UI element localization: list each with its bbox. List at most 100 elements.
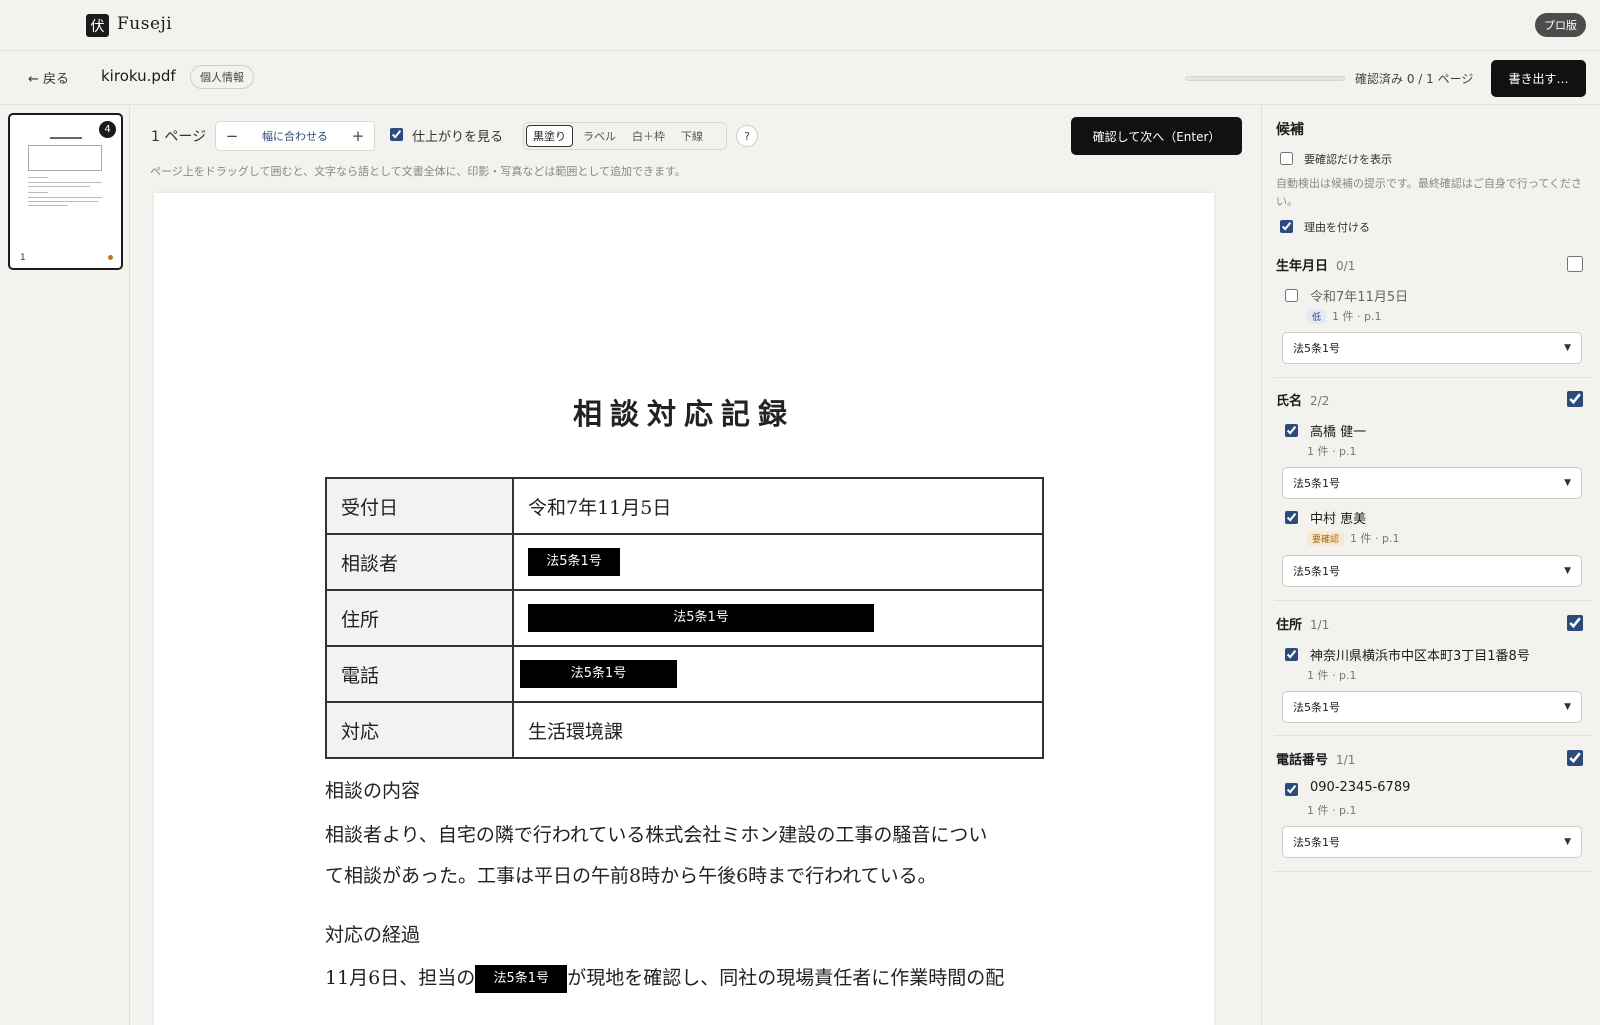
- page-count: 1 ページ: [151, 129, 207, 145]
- group-divider: [1274, 600, 1592, 601]
- redaction-box[interactable]: 法5条1号: [520, 660, 677, 688]
- style-blackout[interactable]: 黒塗り: [526, 125, 573, 147]
- group-divider: [1274, 377, 1592, 378]
- group-label: 氏名: [1276, 394, 1303, 409]
- candidate-text[interactable]: 高橋 健一: [1310, 421, 1366, 440]
- plan-badge[interactable]: プロ版: [1535, 13, 1586, 37]
- group-address-checkbox[interactable]: [1567, 615, 1583, 631]
- app-name: Fuseji: [117, 14, 173, 34]
- group-birthdate-checkbox[interactable]: [1567, 256, 1583, 272]
- group-address: 住所 1/1: [1276, 614, 1329, 633]
- paragraph-line[interactable]: て相談があった。工事は平日の午前8時から午後6時まで行われている。: [325, 856, 1045, 897]
- row-value: 法5条1号: [512, 645, 1044, 703]
- reason-select-value: 法5条1号: [1293, 342, 1340, 355]
- document-page[interactable]: 相談対応記録 受付日 令和7年11月5日 相談者 法5条1号 住所 法5条1号 …: [154, 193, 1214, 1025]
- attach-reason-label[interactable]: 理由を付ける: [1304, 219, 1370, 235]
- thumbnail-title-line: [50, 137, 82, 139]
- paragraph-line[interactable]: 相談者より、自宅の隣で行われている株式会社ミホン建設の工事の騒音につい: [325, 815, 1045, 856]
- chevron-down-icon: ▼: [1564, 837, 1571, 847]
- redaction-box[interactable]: 法5条1号: [528, 548, 620, 576]
- candidate-count-badge: 4: [99, 121, 116, 138]
- group-phone-checkbox[interactable]: [1567, 750, 1583, 766]
- record-table: 受付日 令和7年11月5日 相談者 法5条1号 住所 法5条1号 電話 法5条1…: [325, 477, 1044, 759]
- redaction-box[interactable]: 法5条1号: [528, 604, 874, 632]
- export-button[interactable]: 書き出す…: [1491, 60, 1586, 97]
- reason-select[interactable]: 法5条1号 ▼: [1282, 332, 1582, 364]
- candidate-text[interactable]: 神奈川県横浜市中区本町3丁目1番8号: [1310, 645, 1530, 664]
- review-progress-bar: [1185, 76, 1345, 81]
- table-row: 電話 法5条1号: [325, 645, 1044, 703]
- group-label: 住所: [1276, 618, 1303, 633]
- document-title: 相談対応記録: [572, 397, 795, 431]
- only-needs-review-checkbox[interactable]: [1280, 152, 1293, 165]
- row-label: 住所: [325, 589, 514, 647]
- group-birthdate: 生年月日 0/1: [1276, 255, 1355, 274]
- attach-reason-checkbox[interactable]: [1280, 220, 1293, 233]
- row-label: 受付日: [325, 477, 514, 535]
- group-count: 1/1: [1336, 753, 1356, 767]
- style-white-box[interactable]: 白＋枠: [626, 125, 671, 147]
- reason-select[interactable]: 法5条1号 ▼: [1282, 555, 1582, 587]
- table-row: 相談者 法5条1号: [325, 533, 1044, 591]
- candidate-text[interactable]: 中村 恵美: [1310, 508, 1366, 527]
- fit-width-button[interactable]: 幅に合わせる: [248, 128, 342, 144]
- group-name-checkbox[interactable]: [1567, 391, 1583, 407]
- preview-finish-checkbox[interactable]: [390, 128, 403, 141]
- section-heading: 対応の経過: [325, 924, 421, 946]
- thumbnail-text-line: [28, 182, 102, 183]
- table-row: 住所 法5条1号: [325, 589, 1044, 647]
- group-count: 1/1: [1310, 618, 1330, 632]
- candidate-occurrence: 1 件 · p.1: [1307, 445, 1357, 458]
- row-value: 法5条1号: [512, 589, 1044, 647]
- back-link[interactable]: ← 戻る: [28, 68, 69, 87]
- reason-select-value: 法5条1号: [1293, 477, 1340, 490]
- candidate-text[interactable]: 令和7年11月5日: [1310, 286, 1408, 305]
- reason-select[interactable]: 法5条1号 ▼: [1282, 691, 1582, 723]
- panel-title: 候補: [1276, 122, 1304, 138]
- thumbnail-text-line: [28, 177, 48, 178]
- review-progress-text: 確認済み 0 / 1 ページ: [1355, 72, 1474, 86]
- row-value[interactable]: 令和7年11月5日: [512, 477, 1044, 535]
- preview-finish-label[interactable]: 仕上がりを見る: [412, 126, 503, 145]
- redaction-style-selector: 黒塗り ラベル 白＋枠 下線: [523, 122, 727, 150]
- redaction-box[interactable]: 法5条1号: [475, 965, 568, 993]
- candidate-checkbox[interactable]: [1285, 648, 1298, 661]
- candidate-checkbox[interactable]: [1285, 783, 1298, 796]
- style-underline[interactable]: 下線: [675, 125, 709, 147]
- zoom-in-button[interactable]: +: [342, 127, 374, 145]
- candidate-checkbox[interactable]: [1285, 424, 1298, 437]
- confirm-next-button[interactable]: 確認して次へ（Enter）: [1071, 117, 1242, 155]
- candidate-occurrence: 1 件 · p.1: [1307, 669, 1357, 682]
- confidence-low-tag: 低: [1307, 309, 1327, 324]
- candidate-text[interactable]: 090-2345-6789: [1310, 780, 1410, 795]
- reason-select[interactable]: 法5条1号 ▼: [1282, 467, 1582, 499]
- reason-select-value: 法5条1号: [1293, 565, 1340, 578]
- thumbnail-table-preview: [28, 145, 102, 171]
- paragraph-text[interactable]: が現地を確認し、同社の現場責任者に作業時間の配: [567, 967, 1004, 989]
- help-button[interactable]: ?: [736, 125, 758, 147]
- zoom-out-button[interactable]: −: [216, 127, 248, 145]
- thumbnail-page-number: 1: [20, 253, 26, 263]
- candidate-checkbox[interactable]: [1285, 511, 1298, 524]
- paragraph-text[interactable]: 11月6日、担当の: [325, 967, 475, 989]
- reason-select[interactable]: 法5条1号 ▼: [1282, 826, 1582, 858]
- needs-review-tag: 要確認: [1307, 531, 1345, 546]
- thumbnail-text-line: [28, 201, 98, 202]
- row-label: 対応: [325, 701, 514, 759]
- auto-detect-note: 自動検出は候補の提示です。最終確認はご自身で行ってください。: [1276, 177, 1583, 208]
- style-label[interactable]: ラベル: [577, 125, 622, 147]
- row-value: 法5条1号: [512, 533, 1044, 591]
- chevron-down-icon: ▼: [1564, 566, 1571, 576]
- only-needs-review-label[interactable]: 要確認だけを表示: [1304, 151, 1392, 167]
- thumbnail-text-line: [28, 186, 90, 187]
- group-label: 生年月日: [1276, 259, 1329, 274]
- reason-select-value: 法5条1号: [1293, 836, 1340, 849]
- page-thumbnails: 4 1: [0, 105, 130, 1025]
- row-value[interactable]: 生活環境課: [512, 701, 1044, 759]
- paragraph: 11月6日、担当の 法5条1号 が現地を確認し、同社の現場責任者に作業時間の配: [325, 958, 1045, 999]
- candidates-panel: 候補 要確認だけを表示 自動検出は候補の提示です。最終確認はご自身で行ってくださ…: [1261, 105, 1600, 1025]
- candidate-checkbox[interactable]: [1285, 289, 1298, 302]
- candidate-occurrence: 1 件 · p.1: [1350, 532, 1400, 545]
- page-thumbnail[interactable]: 4 1: [8, 113, 123, 270]
- paragraph: 相談者より、自宅の隣で行われている株式会社ミホン建設の工事の騒音につい て相談が…: [325, 815, 1045, 897]
